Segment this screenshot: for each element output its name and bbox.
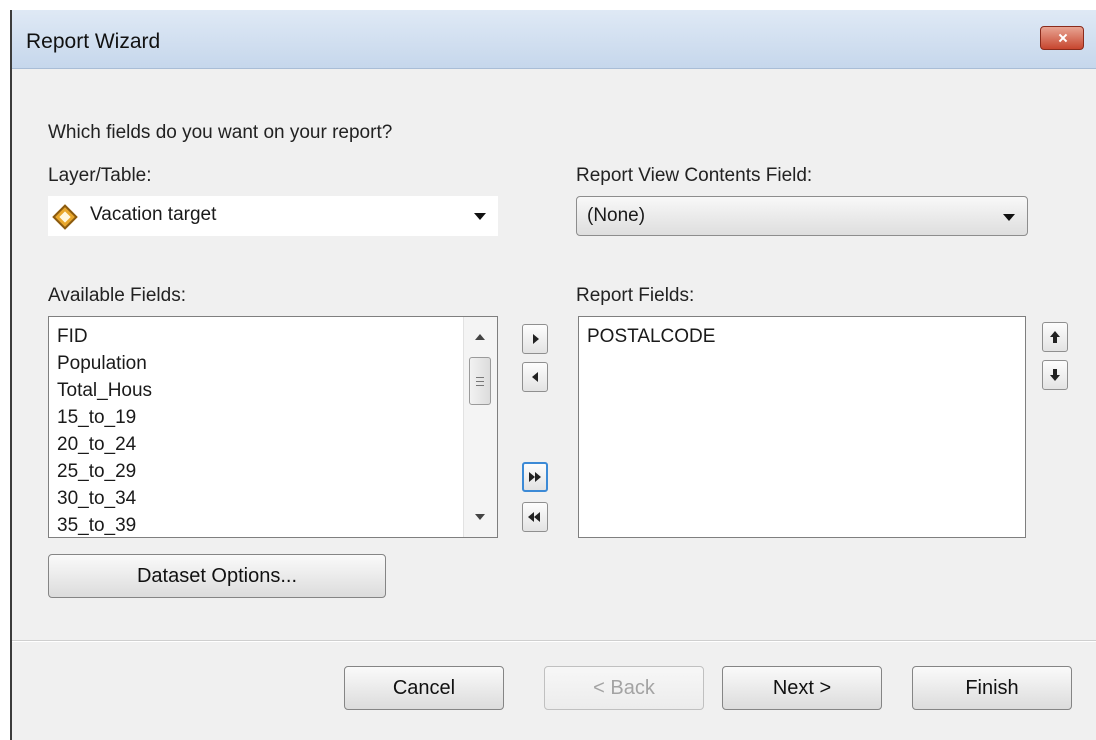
- scrollbar-thumb[interactable]: [469, 357, 491, 405]
- list-item[interactable]: 30_to_34: [49, 485, 152, 512]
- list-item[interactable]: FID: [49, 323, 152, 350]
- move-down-button[interactable]: [1042, 360, 1068, 390]
- layer-table-dropdown[interactable]: Vacation target: [48, 196, 498, 236]
- window-title: Report Wizard: [26, 30, 161, 53]
- grip-line: [476, 381, 484, 382]
- report-fields-label: Report Fields:: [576, 285, 695, 306]
- chevron-down-icon[interactable]: [1003, 214, 1015, 221]
- footer-separator: [12, 640, 1096, 642]
- add-field-button[interactable]: [522, 324, 548, 354]
- arrow-right-icon: [533, 334, 539, 344]
- list-item[interactable]: POSTALCODE: [579, 323, 715, 350]
- remove-all-fields-button[interactable]: [522, 502, 548, 532]
- list-item[interactable]: Population: [49, 350, 152, 377]
- available-fields-list[interactable]: FID Population Total_Hous 15_to_19 20_to…: [48, 316, 498, 538]
- dataset-options-button[interactable]: Dataset Options...: [48, 554, 386, 598]
- report-fields-list[interactable]: POSTALCODE: [578, 316, 1026, 538]
- double-arrow-left-icon: [534, 512, 540, 522]
- vertical-scrollbar[interactable]: [463, 317, 497, 537]
- title-bar[interactable]: Report Wizard: [12, 10, 1096, 69]
- available-fields-label: Available Fields:: [48, 285, 187, 306]
- report-fields-items: POSTALCODE: [579, 323, 715, 350]
- arrow-down-icon: [1050, 369, 1060, 381]
- report-view-value: (None): [587, 205, 646, 226]
- report-view-dropdown[interactable]: (None): [576, 196, 1028, 236]
- cancel-button[interactable]: Cancel: [344, 666, 504, 710]
- layer-diamond-icon: [52, 204, 78, 230]
- list-item[interactable]: 15_to_19: [49, 404, 152, 431]
- add-all-fields-button[interactable]: [522, 462, 548, 492]
- remove-field-button[interactable]: [522, 362, 548, 392]
- list-item[interactable]: 25_to_29: [49, 458, 152, 485]
- scroll-down-icon[interactable]: [475, 514, 485, 520]
- arrow-up-icon: [1050, 331, 1060, 343]
- layer-table-value: Vacation target: [90, 204, 217, 225]
- list-item[interactable]: 35_to_39: [49, 512, 152, 537]
- grip-line: [476, 377, 484, 378]
- report-wizard-dialog: Report Wizard Which fields do you want o…: [10, 10, 1096, 740]
- back-button[interactable]: < Back: [544, 666, 704, 710]
- report-view-label: Report View Contents Field:: [576, 165, 813, 186]
- available-fields-items: FID Population Total_Hous 15_to_19 20_to…: [49, 323, 152, 537]
- prompt-text: Which fields do you want on your report?: [48, 122, 393, 143]
- finish-button[interactable]: Finish: [912, 666, 1072, 710]
- arrow-left-icon: [532, 372, 538, 382]
- move-up-button[interactable]: [1042, 322, 1068, 352]
- close-icon[interactable]: [1040, 26, 1084, 50]
- list-item[interactable]: 20_to_24: [49, 431, 152, 458]
- double-arrow-right-icon: [535, 472, 541, 482]
- list-item[interactable]: Total_Hous: [49, 377, 152, 404]
- layer-table-label: Layer/Table:: [48, 165, 152, 186]
- scroll-up-icon[interactable]: [475, 334, 485, 340]
- next-button[interactable]: Next >: [722, 666, 882, 710]
- chevron-down-icon[interactable]: [474, 213, 486, 220]
- grip-line: [476, 385, 484, 386]
